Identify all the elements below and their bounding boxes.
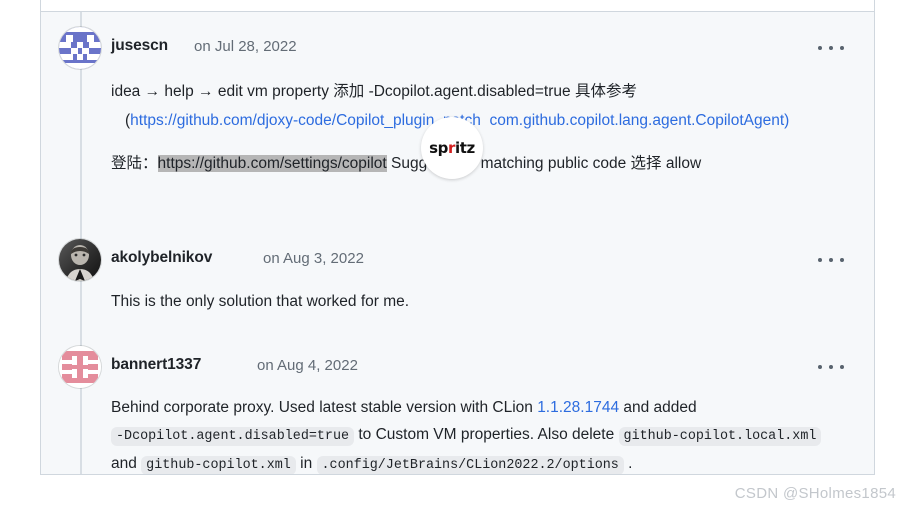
- comment-timestamp[interactable]: on Jul 28, 2022: [194, 38, 297, 55]
- code-copilot-xml: github-copilot.xml: [141, 456, 296, 474]
- comment-body: This is the only solution that worked fo…: [111, 287, 851, 316]
- comment-text-seg: Behind corporate proxy. Used latest stab…: [111, 399, 538, 416]
- comment-body: Behind corporate proxy. Used latest stab…: [111, 394, 851, 474]
- comment-paragraph: idea → help → edit vm property 添加 -Dcopi…: [111, 77, 851, 106]
- comment-timestamp[interactable]: on Aug 3, 2022: [263, 250, 364, 267]
- comment-author[interactable]: jusescn: [111, 37, 168, 55]
- photo-avatar-icon: [59, 239, 101, 281]
- comment-item: bannert1337 on Aug 4, 2022 Behind corpor…: [41, 346, 874, 474]
- kebab-dot-icon: [840, 258, 844, 262]
- kebab-dot-icon: [840, 365, 844, 369]
- link-copilot-agent-class[interactable]: com.github.copilot.lang.agent.CopilotAge…: [489, 112, 789, 129]
- spritz-logo-text: spritz: [429, 138, 475, 157]
- login-label: 登陆：: [111, 155, 158, 172]
- comment-author[interactable]: bannert1337: [111, 356, 201, 374]
- kebab-dot-icon: [829, 46, 833, 50]
- code-local-xml: github-copilot.local.xml: [618, 427, 822, 446]
- kebab-dot-icon: [829, 365, 833, 369]
- comment-author[interactable]: akolybelnikov: [111, 249, 212, 267]
- avatar[interactable]: [59, 346, 101, 388]
- comment-paragraph: This is the only solution that worked fo…: [111, 293, 410, 310]
- comment-text-seg: in: [295, 455, 317, 472]
- avatar[interactable]: [59, 27, 101, 69]
- comment-header: akolybelnikov on Aug 3, 2022: [41, 239, 874, 281]
- comment-text-seg: and: [111, 455, 142, 472]
- comment-item: akolybelnikov on Aug 3, 2022 This is the…: [41, 239, 874, 310]
- code-vm-property: -Dcopilot.agent.disabled=true: [111, 427, 355, 446]
- kebab-dot-icon: [829, 258, 833, 262]
- avatar[interactable]: [59, 239, 101, 281]
- link-clion-version[interactable]: 1.1.28.1744: [537, 399, 619, 416]
- selected-url-text[interactable]: https://github.com/settings/copilot: [157, 155, 387, 172]
- comment-header: bannert1337 on Aug 4, 2022: [41, 346, 874, 388]
- spritz-text-after: itz: [455, 138, 475, 157]
- spritz-text-before: sp: [429, 138, 449, 157]
- comment-item: jusescn on Jul 28, 2022 idea → help → ed…: [41, 27, 874, 172]
- comment-text-seg: .: [623, 455, 633, 472]
- comment-text-seg: and added: [619, 399, 697, 416]
- comment-header: jusescn on Jul 28, 2022: [41, 27, 874, 69]
- comment-paragraph: (https://github.com/djoxy-code/Copilot_p…: [111, 106, 851, 135]
- comment-menu-button[interactable]: [818, 253, 844, 267]
- comment-body: idea → help → edit vm property 添加 -Dcopi…: [111, 77, 851, 178]
- identicon-avatar-icon: [59, 27, 101, 69]
- spritz-badge[interactable]: spritz: [421, 117, 483, 179]
- kebab-dot-icon: [818, 365, 822, 369]
- code-options-path: .config/JetBrains/CLion2022.2/options: [316, 456, 624, 474]
- kebab-dot-icon: [818, 46, 822, 50]
- comment-menu-button[interactable]: [818, 360, 844, 374]
- comment-text-line-1: idea → help → edit vm property 添加 -Dcopi…: [111, 83, 637, 100]
- identicon-avatar-icon: [59, 346, 101, 388]
- comment-text-seg: to Custom VM properties. Also delete: [354, 426, 619, 443]
- kebab-dot-icon: [840, 46, 844, 50]
- screenshot-root: jusescn on Jul 28, 2022 idea → help → ed…: [0, 0, 908, 510]
- watermark: CSDN @SHolmes1854: [734, 485, 896, 502]
- spritz-text-accent: r: [448, 138, 456, 157]
- comment-menu-button[interactable]: [818, 41, 844, 55]
- kebab-dot-icon: [818, 258, 822, 262]
- comment-paragraph: Behind corporate proxy. Used latest stab…: [111, 394, 851, 474]
- comments-panel: jusescn on Jul 28, 2022 idea → help → ed…: [40, 12, 875, 475]
- comment-timestamp[interactable]: on Aug 4, 2022: [257, 357, 358, 374]
- panel-top-stub: [40, 0, 875, 12]
